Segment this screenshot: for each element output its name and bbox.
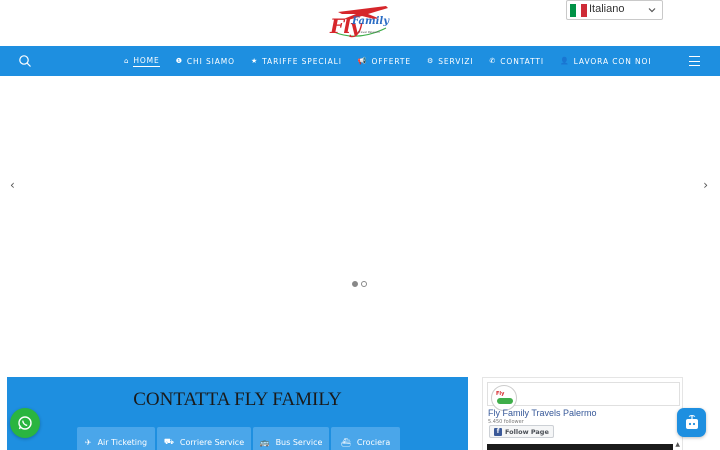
hamburger-menu-icon[interactable] (689, 56, 700, 66)
tab-air-ticketing[interactable]: ✈ Air Ticketing (77, 427, 155, 450)
home-icon: ⌂ (124, 56, 130, 65)
fb-avatar-logo-mark (497, 398, 513, 404)
user-plus-icon: 👤 (560, 56, 570, 65)
chat-bot-icon (685, 414, 698, 429)
chevron-down-icon (648, 8, 656, 13)
contact-panel: CONTATTA FLY FAMILY ✈ Air Ticketing ⛟ Co… (7, 377, 468, 450)
nav-item-contatti[interactable]: ✆ CONTATTI (490, 57, 545, 66)
hamburger-line (689, 56, 700, 57)
nav-item-label: LAVORA CON NOI (573, 56, 652, 66)
service-tabs: ✈ Air Ticketing ⛟ Corriere Service 🚌 Bus… (77, 427, 400, 450)
nav-item-label: TARIFFE SPECIALI (262, 56, 342, 66)
tab-bus-service[interactable]: 🚌 Bus Service (253, 427, 329, 450)
nav-item-home[interactable]: ⌂ HOME (124, 56, 160, 67)
chat-bot-button[interactable] (677, 408, 706, 437)
nav-item-label: CONTATTI (500, 56, 545, 66)
bus-icon: 🚌 (259, 437, 270, 447)
scroll-up-arrow-icon[interactable]: ▲ (675, 441, 680, 448)
nav-item-lavora-con-noi[interactable]: 👤 LAVORA CON NOI (560, 57, 651, 66)
truck-icon: ⛟ (163, 437, 174, 446)
nav-menu: ⌂ HOME ❶ CHI SIAMO ★ TARIFFE SPECIALI 📢 … (124, 46, 651, 76)
hero-slider: ‹ › (0, 76, 720, 372)
hamburger-line (689, 65, 700, 66)
bullhorn-icon: 📢 (357, 56, 368, 65)
top-header: Fly Family Travel Palermo Italiano (0, 0, 720, 46)
slider-dot[interactable] (352, 281, 358, 287)
hamburger-line (689, 60, 700, 62)
page: Fly Family Travel Palermo Italiano ⌂ HOM… (0, 0, 720, 450)
tab-label: Crociera (356, 437, 391, 447)
nav-item-tariffe-speciali[interactable]: ★ TARIFFE SPECIALI (251, 57, 342, 66)
facebook-icon: f (494, 427, 502, 436)
slider-next-arrow-icon[interactable]: › (703, 178, 708, 192)
tab-label: Air Ticketing (97, 437, 148, 447)
facebook-page-widget: Fly Fly Family Travels Palermo 5.450 fol… (482, 377, 683, 450)
nav-item-label: CHI SIAMO (186, 56, 235, 66)
main-navbar: ⌂ HOME ❶ CHI SIAMO ★ TARIFFE SPECIALI 📢 … (0, 46, 720, 76)
fb-page-name[interactable]: Fly Family Travels Palermo (488, 408, 597, 418)
fb-follow-button[interactable]: f Follow Page (489, 425, 554, 438)
logo-tagline: Travel Palermo (358, 30, 381, 34)
italy-flag-icon (570, 4, 588, 17)
site-logo[interactable]: Fly Family Travel Palermo (328, 2, 392, 42)
gear-icon: ⚙ (427, 56, 435, 65)
flag-stripe (581, 4, 588, 17)
nav-item-label: HOME (133, 55, 160, 67)
fb-follow-label: Follow Page (505, 427, 549, 436)
plane-icon: ✈ (84, 437, 92, 447)
nav-item-label: SERVIZI (438, 56, 474, 66)
fb-cover: Fly (487, 382, 680, 411)
slider-dot[interactable] (361, 281, 367, 287)
tab-corriere-service[interactable]: ⛟ Corriere Service (157, 427, 251, 450)
nav-item-chi-siamo[interactable]: ❶ CHI SIAMO (176, 57, 235, 66)
tab-label: Bus Service (275, 437, 323, 447)
phone-icon: ✆ (489, 56, 497, 65)
contact-title: CONTATTA FLY FAMILY (133, 389, 342, 410)
tab-label: Corriere Service (179, 437, 245, 447)
search-icon[interactable] (18, 54, 32, 68)
nav-item-servizi[interactable]: ⚙ SERVIZI (427, 57, 473, 66)
fb-avatar-logo-text: Fly (496, 391, 505, 397)
fb-video-preview[interactable] (487, 444, 673, 450)
star-icon: ★ (250, 56, 259, 65)
whatsapp-button[interactable] (10, 408, 40, 438)
info-icon: ❶ (175, 56, 183, 65)
language-label: Italiano (589, 3, 625, 15)
logo-family-text: Family (352, 16, 390, 27)
whatsapp-icon (18, 416, 32, 430)
tab-crociera[interactable]: ⛴ Crociera (331, 427, 400, 450)
nav-item-offerte[interactable]: 📢 OFFERTE (358, 57, 411, 66)
language-select[interactable]: Italiano (566, 0, 663, 20)
nav-item-label: OFFERTE (371, 56, 412, 66)
slider-prev-arrow-icon[interactable]: ‹ (10, 178, 15, 192)
slider-pagination (352, 281, 367, 287)
ship-icon: ⛴ (340, 437, 351, 447)
